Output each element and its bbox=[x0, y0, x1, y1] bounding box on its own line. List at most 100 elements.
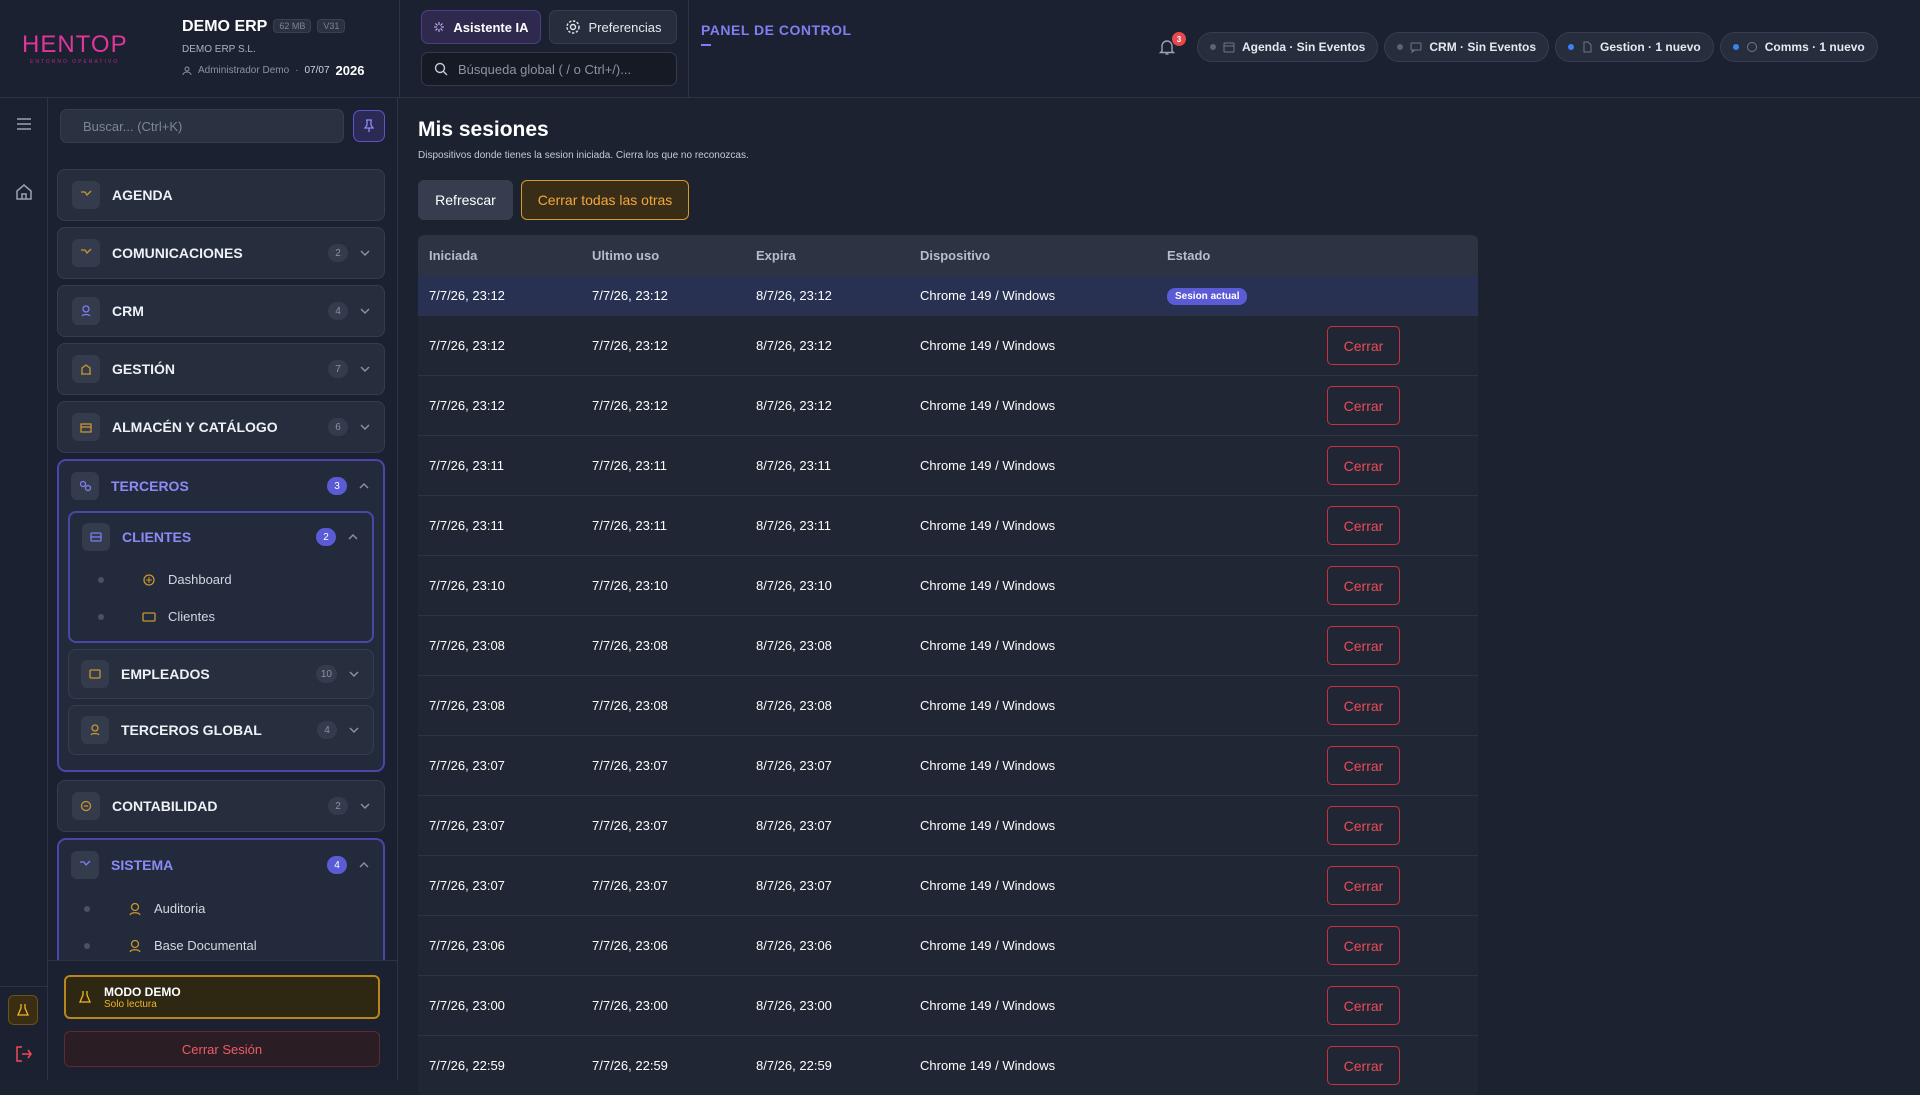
sidebar-item-clientes[interactable]: CLIENTES 2 bbox=[70, 513, 372, 561]
sidebar-item-gestion[interactable]: GESTIÓN 7 bbox=[57, 343, 385, 395]
count-badge: 2 bbox=[328, 797, 348, 815]
table-cell: 8/7/26, 23:08 bbox=[756, 698, 832, 713]
pin-icon bbox=[363, 119, 375, 132]
demo-mode-icon[interactable] bbox=[8, 995, 38, 1025]
table-cell: 7/7/26, 23:07 bbox=[429, 758, 505, 773]
size-tag: 62 MB bbox=[273, 19, 312, 33]
sidebar-item-contabilidad[interactable]: CONTABILIDAD 2 bbox=[57, 780, 385, 832]
table-cell: 8/7/26, 23:11 bbox=[756, 518, 831, 533]
chat-icon bbox=[1410, 42, 1422, 53]
chip-crm[interactable]: CRM · Sin Eventos bbox=[1384, 32, 1550, 62]
table-cell: 7/7/26, 23:06 bbox=[592, 938, 668, 953]
close-session-button[interactable]: Cerrar bbox=[1327, 806, 1400, 845]
close-session-button[interactable]: Cerrar bbox=[1327, 926, 1400, 965]
user-icon bbox=[182, 66, 192, 75]
dashboard-icon bbox=[143, 573, 155, 586]
home-icon[interactable] bbox=[14, 182, 34, 202]
action-cell: Cerrar bbox=[1327, 986, 1478, 1025]
sidebar-subitem-auditoria[interactable]: Auditoria bbox=[59, 890, 383, 927]
action-cell: Cerrar bbox=[1327, 626, 1478, 665]
close-session-button[interactable]: Cerrar bbox=[1327, 446, 1400, 485]
close-session-button[interactable]: Cerrar bbox=[1327, 386, 1400, 425]
sidebar-subitem-dashboard[interactable]: Dashboard bbox=[70, 561, 372, 598]
table-cell: 8/7/26, 23:12 bbox=[756, 338, 832, 353]
sidebar-item-crm[interactable]: CRM 4 bbox=[57, 285, 385, 337]
warehouse-icon bbox=[72, 413, 100, 441]
table-cell: 7/7/26, 23:11 bbox=[592, 458, 667, 473]
sidebar-item-almacen[interactable]: ALMACÉN Y CATÁLOGO 6 bbox=[57, 401, 385, 453]
sidebar-subitem-clientes[interactable]: Clientes bbox=[70, 598, 372, 635]
table-cell: 7/7/26, 23:12 bbox=[429, 338, 505, 353]
status-dot bbox=[1397, 44, 1404, 50]
document-icon bbox=[1583, 41, 1592, 53]
gear-icon bbox=[565, 20, 580, 34]
ai-assistant-button[interactable]: Asistente IA bbox=[421, 10, 541, 44]
table-row: 7/7/26, 23:11 7/7/26, 23:11 8/7/26, 23:11 C… bbox=[418, 495, 1478, 555]
close-session-button[interactable]: Cerrar bbox=[1327, 866, 1400, 905]
action-cell: Cerrar bbox=[1327, 386, 1478, 425]
table-cell: 8/7/26, 23:12 bbox=[756, 398, 832, 413]
sessions-table: Iniciada Ultimo uso Expira Dispositivo E… bbox=[418, 235, 1478, 1095]
hamburger-menu-icon[interactable] bbox=[14, 114, 34, 134]
table-cell: 8/7/26, 23:00 bbox=[756, 998, 832, 1013]
table-cell: 7/7/26, 23:07 bbox=[592, 878, 668, 893]
notifications-badge: 3 bbox=[1172, 32, 1186, 46]
refresh-button[interactable]: Refrescar bbox=[418, 180, 513, 220]
table-cell: Chrome 149 / Windows bbox=[920, 818, 1056, 833]
chip-gestion[interactable]: Gestion · 1 nuevo bbox=[1555, 32, 1714, 62]
preferences-button[interactable]: Preferencias bbox=[549, 10, 677, 44]
notifications-button[interactable]: 3 bbox=[1158, 32, 1186, 58]
logout-icon[interactable] bbox=[14, 1044, 34, 1064]
sidebar-search-input[interactable]: Buscar... (Ctrl+K) bbox=[60, 109, 344, 143]
flask-icon bbox=[17, 1004, 29, 1016]
preferences-label: Preferencias bbox=[588, 19, 662, 35]
sidebar-item-comunicaciones[interactable]: COMUNICACIONES 2 bbox=[57, 227, 385, 279]
table-cell: 7/7/26, 23:07 bbox=[429, 878, 505, 893]
close-session-button[interactable]: Cerrar bbox=[1327, 746, 1400, 785]
table-cell: 7/7/26, 23:08 bbox=[592, 698, 668, 713]
action-cell: Cerrar bbox=[1327, 1046, 1478, 1085]
close-session-button[interactable]: Cerrar bbox=[1327, 686, 1400, 725]
sidebar-item-sistema[interactable]: SISTEMA 4 bbox=[59, 840, 383, 890]
logout-button[interactable]: Cerrar Sesión bbox=[64, 1031, 380, 1067]
close-session-button[interactable]: Cerrar bbox=[1327, 626, 1400, 665]
sidebar-item-agenda[interactable]: AGENDA bbox=[57, 169, 385, 221]
close-session-button[interactable]: Cerrar bbox=[1327, 566, 1400, 605]
pin-sidebar-button[interactable] bbox=[353, 110, 385, 142]
panel-title[interactable]: PANEL DE CONTROL bbox=[701, 22, 852, 46]
count-badge: 7 bbox=[328, 360, 348, 378]
sidebar-item-terceros[interactable]: TERCEROS 3 bbox=[59, 461, 383, 511]
close-session-button[interactable]: Cerrar bbox=[1327, 986, 1400, 1025]
close-all-others-button[interactable]: Cerrar todas las otras bbox=[521, 180, 689, 220]
table-cell: 8/7/26, 23:06 bbox=[756, 938, 832, 953]
close-session-button[interactable]: Cerrar bbox=[1327, 326, 1400, 365]
table-cell: Chrome 149 / Windows bbox=[920, 578, 1056, 593]
close-session-button[interactable]: Cerrar bbox=[1327, 506, 1400, 545]
table-cell: 7/7/26, 23:11 bbox=[592, 518, 667, 533]
table-row: 7/7/26, 23:12 7/7/26, 23:12 8/7/26, 23:12 C… bbox=[418, 315, 1478, 375]
sidebar-item-terceros-global[interactable]: TERCEROS GLOBAL 4 bbox=[68, 705, 374, 755]
chevron-down-icon bbox=[349, 727, 359, 733]
table-cell: Chrome 149 / Windows bbox=[920, 938, 1056, 953]
global-search-input[interactable]: Búsqueda global ( / o Ctrl+/)... bbox=[421, 52, 677, 86]
table-cell: 7/7/26, 23:00 bbox=[429, 998, 505, 1013]
action-cell: Cerrar bbox=[1327, 746, 1478, 785]
chip-agenda[interactable]: Agenda · Sin Eventos bbox=[1197, 32, 1379, 62]
chip-comms[interactable]: Comms · 1 nuevo bbox=[1719, 32, 1878, 62]
table-cell: 7/7/26, 23:10 bbox=[592, 578, 668, 593]
table-cell: 8/7/26, 23:07 bbox=[756, 818, 832, 833]
action-cell: Cerrar bbox=[1327, 926, 1478, 965]
brand-block: DEMO ERP 62 MB V31 DEMO ERP S.L. Administr… bbox=[182, 18, 364, 78]
demo-mode-title: MODO DEMO bbox=[104, 984, 181, 999]
table-row: 7/7/26, 23:10 7/7/26, 23:10 8/7/26, 23:10 C… bbox=[418, 555, 1478, 615]
close-session-button[interactable]: Cerrar bbox=[1327, 1046, 1400, 1085]
sidebar-item-empleados[interactable]: EMPLEADOS 10 bbox=[68, 649, 374, 699]
table-cell: Chrome 149 / Windows bbox=[920, 458, 1056, 473]
table-cell: 7/7/26, 23:06 bbox=[429, 938, 505, 953]
sparkle-icon bbox=[434, 22, 445, 32]
contabilidad-icon bbox=[72, 792, 100, 820]
hentop-logo[interactable]: HENTOP ENTORNO OPERATIVO bbox=[22, 30, 144, 66]
sidebar: Buscar... (Ctrl+K) AGENDA COMUNICACIONES… bbox=[48, 98, 398, 1080]
table-cell: 7/7/26, 23:11 bbox=[429, 458, 504, 473]
sidebar-subitem-base-documental[interactable]: Base Documental bbox=[59, 927, 383, 964]
